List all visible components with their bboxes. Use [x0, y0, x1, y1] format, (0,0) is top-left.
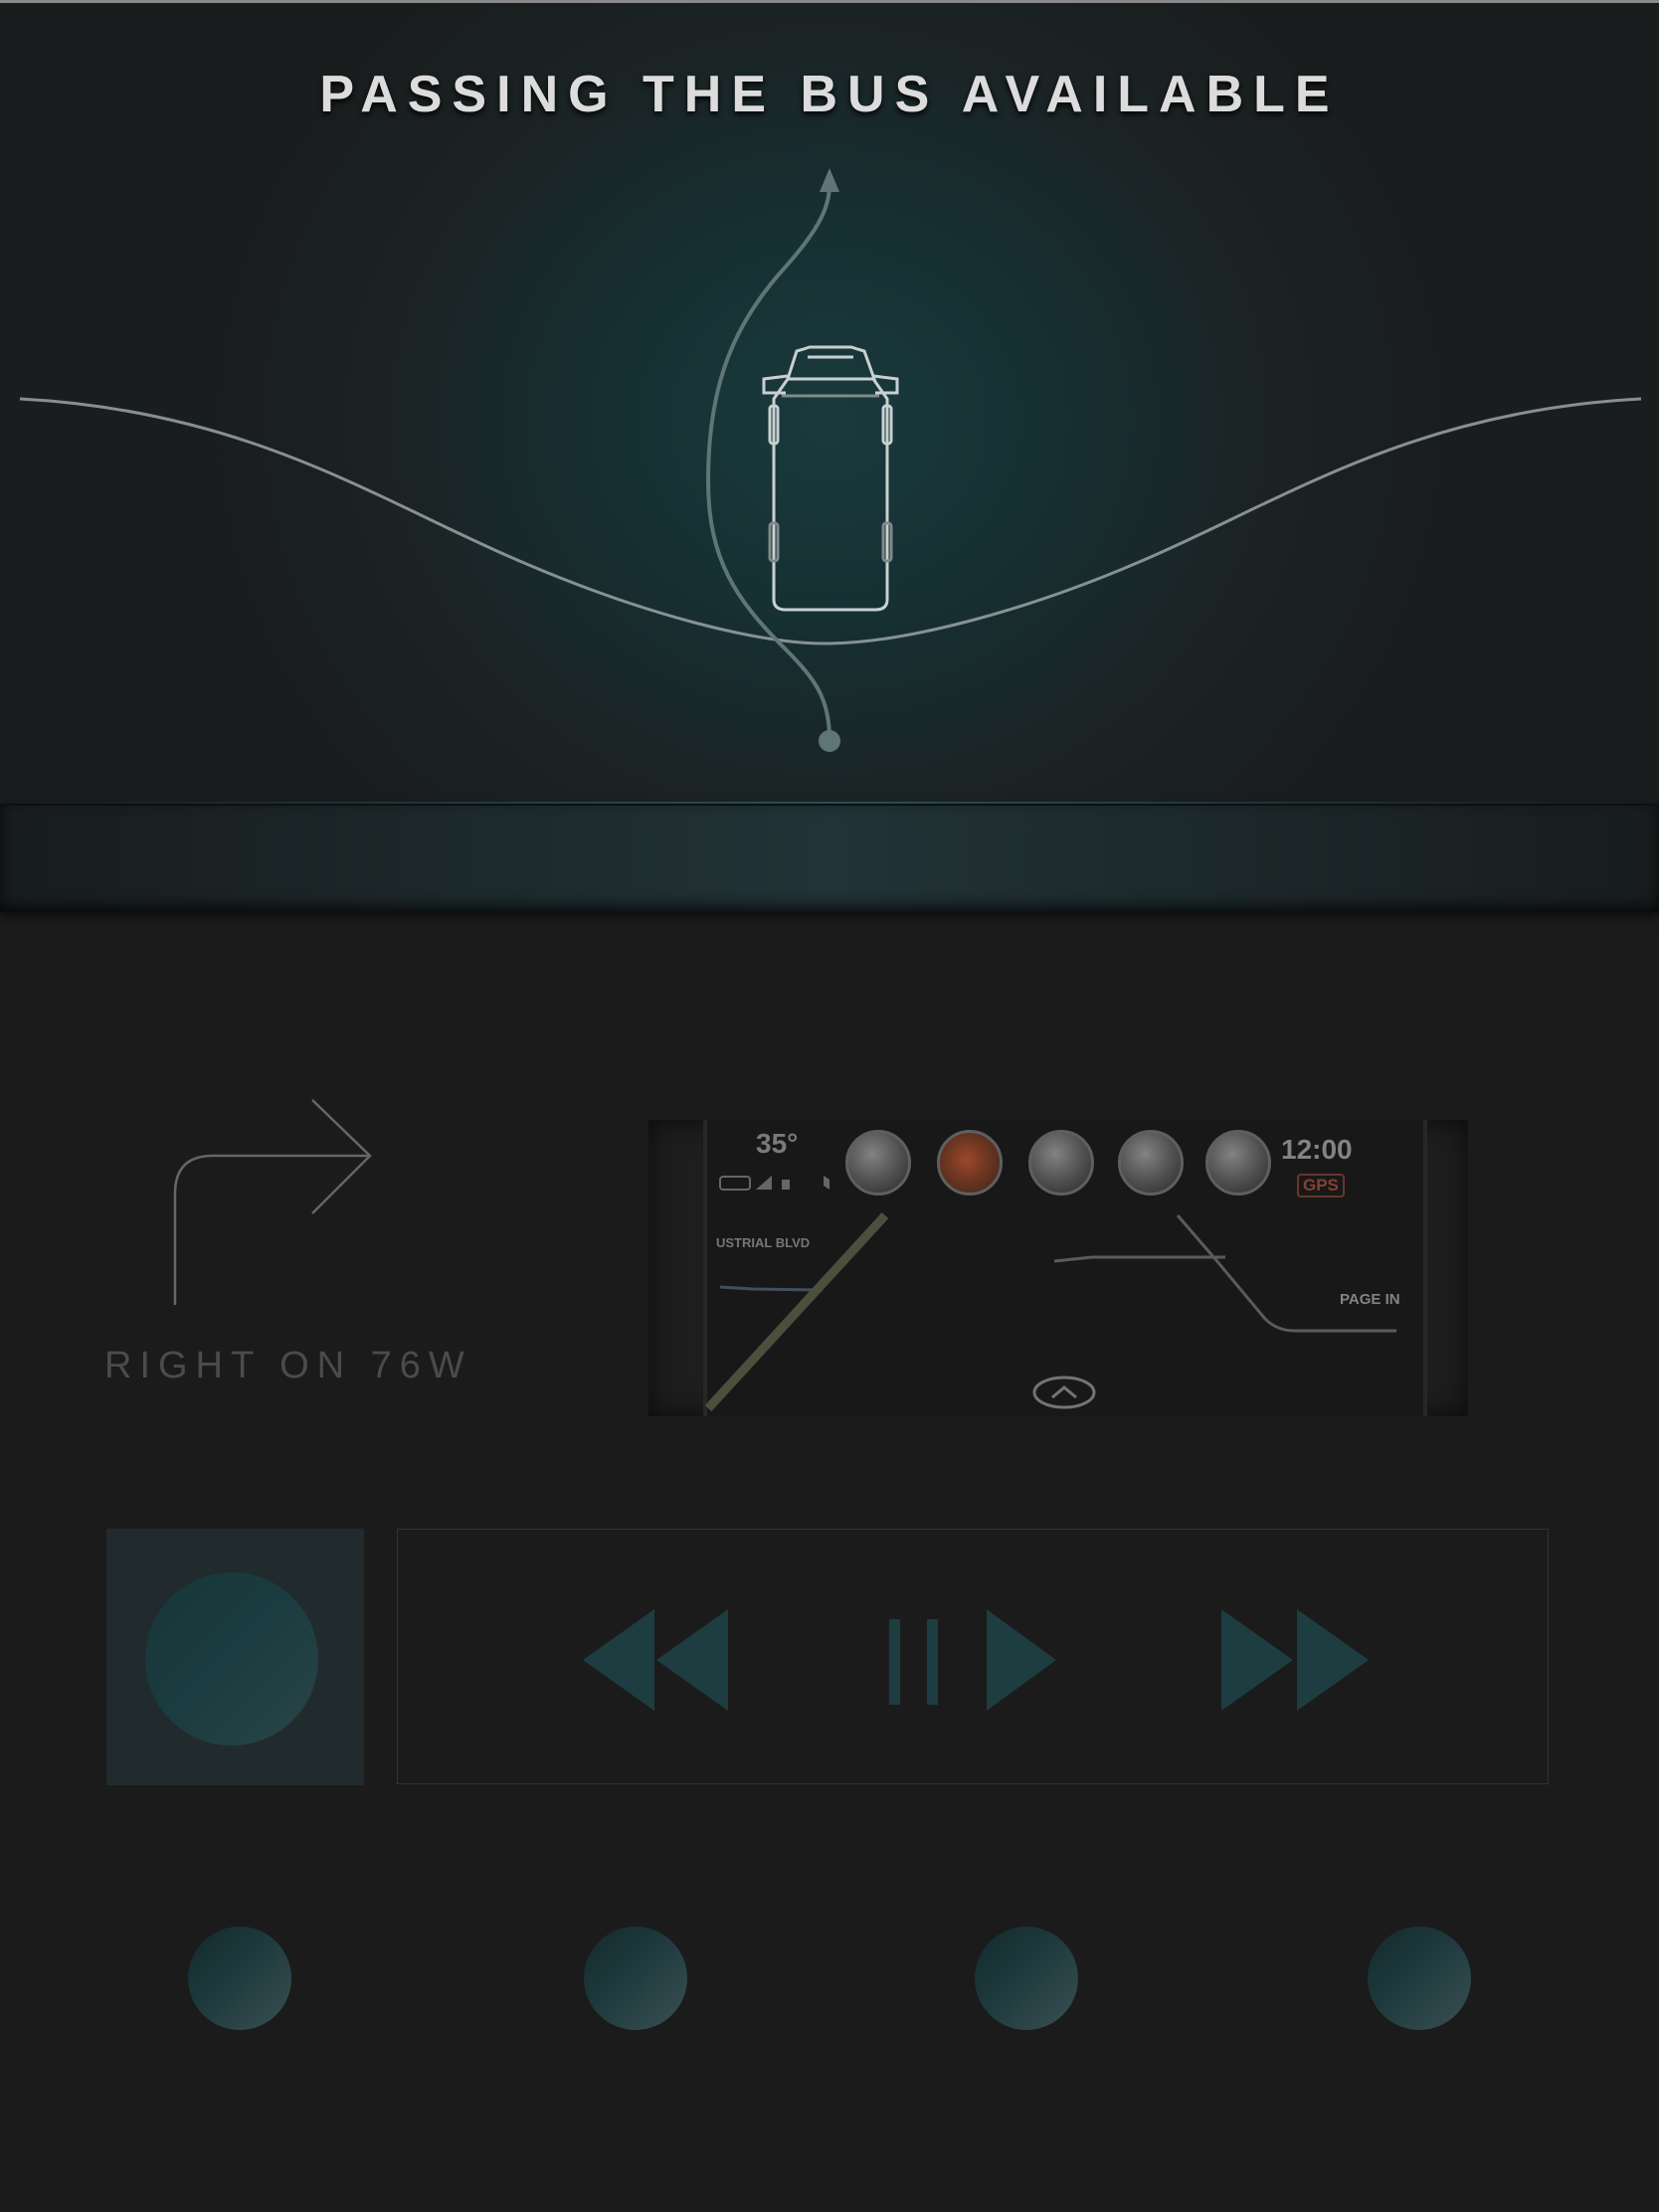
rewind-icon[interactable] [583, 1609, 730, 1711]
bus-icon [762, 345, 899, 612]
road-label-right: PAGE IN [1340, 1291, 1400, 1308]
alert-title: PASSING THE BUS AVAILABLE [319, 66, 1340, 123]
dashboard-preview[interactable]: 35° 12:00 GPS USTRIAL BLVD PAGE IN [648, 1120, 1468, 1416]
album-art[interactable] [106, 1529, 364, 1785]
maps-icon[interactable] [937, 1130, 1003, 1196]
round-button-3[interactable] [975, 1927, 1078, 2030]
round-button-4[interactable] [1368, 1927, 1471, 2030]
passing-path [705, 181, 831, 740]
media-controls [397, 1529, 1549, 1784]
battery-icon [719, 1176, 751, 1191]
round-button-2[interactable] [584, 1927, 687, 2030]
signal-icon [756, 1176, 772, 1190]
phone-icon[interactable] [845, 1130, 911, 1196]
direction-instruction: RIGHT ON 76W [104, 1345, 472, 1386]
gps-badge: GPS [1297, 1174, 1345, 1198]
round-button-1[interactable] [188, 1927, 291, 2030]
album-art-disc [145, 1572, 318, 1746]
settings-icon[interactable] [1205, 1130, 1271, 1196]
road-curve [19, 397, 1642, 645]
road-label-left: USTRIAL BLVD [716, 1235, 811, 1250]
network-icon [782, 1180, 790, 1190]
turn-right-arrow-icon [173, 1099, 372, 1305]
chevron-up-icon [1051, 1385, 1077, 1399]
home-button-ring [1032, 1376, 1096, 1409]
path-arrowhead-icon [820, 168, 839, 192]
compass-icon[interactable] [1028, 1130, 1094, 1196]
path-start-dot [819, 730, 840, 752]
fast-forward-icon[interactable] [1221, 1609, 1369, 1711]
music-icon[interactable] [1118, 1130, 1184, 1196]
passing-alert-panel: PASSING THE BUS AVAILABLE [0, 3, 1659, 804]
clock-readout: 12:00 [1281, 1134, 1353, 1165]
volume-icon [824, 1176, 830, 1190]
play-pause-icon[interactable] [889, 1609, 1058, 1711]
panel-shelf [0, 804, 1659, 912]
